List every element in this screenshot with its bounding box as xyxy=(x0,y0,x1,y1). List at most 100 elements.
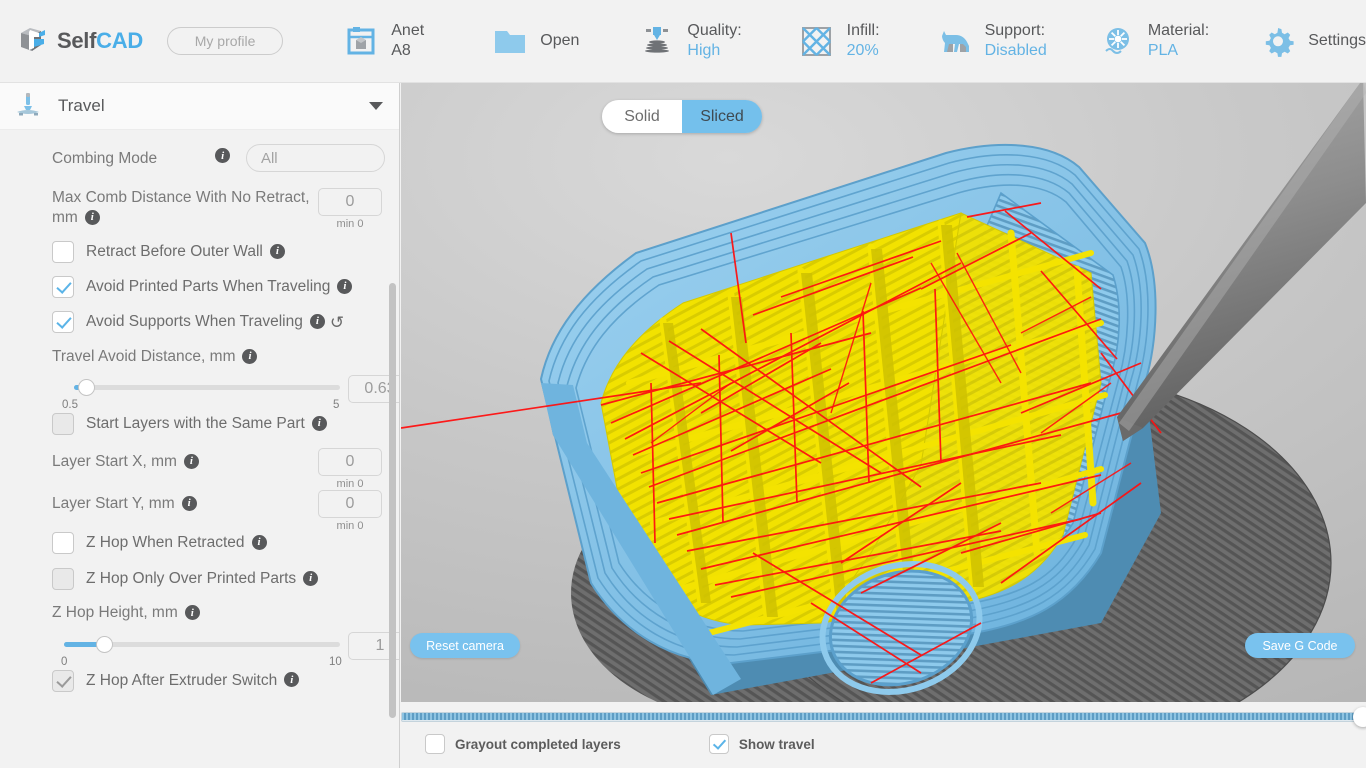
top-toolbar: SelfCAD My profile Anet A8 Open Quality:… xyxy=(0,0,1366,83)
retract-before-outer-wall-checkbox[interactable] xyxy=(52,241,74,263)
layer-start-x-value: 0 xyxy=(345,453,355,471)
quality-value: High xyxy=(687,42,721,59)
support-label: Support: xyxy=(984,22,1046,39)
setting-avoid-printed-parts[interactable]: Avoid Printed Parts When Traveling i xyxy=(0,276,385,298)
settings-button[interactable]: Settings xyxy=(1259,22,1366,60)
printer-name-label: Anet A8 xyxy=(391,22,425,59)
support-button[interactable]: Support: Disabled xyxy=(936,21,1047,61)
show-travel-label: Show travel xyxy=(738,736,815,752)
view-mode-toggle[interactable]: Solid Sliced xyxy=(602,100,762,133)
quality-button[interactable]: Quality: High xyxy=(638,21,742,61)
logo-wordmark: SelfCAD xyxy=(57,28,143,54)
z-hop-when-retracted-checkbox[interactable] xyxy=(52,532,74,555)
travel-section-header[interactable]: Travel xyxy=(0,83,399,130)
avoid-printed-parts-checkbox[interactable] xyxy=(52,276,74,298)
material-button[interactable]: Material: PLA xyxy=(1099,21,1209,61)
z-hop-after-extruder-switch-label: Z Hop After Extruder Switch xyxy=(86,671,278,689)
chevron-down-icon[interactable] xyxy=(369,102,383,110)
info-icon[interactable]: i xyxy=(215,148,230,163)
reset-to-default-icon[interactable]: ↺ xyxy=(330,313,344,333)
support-value: Disabled xyxy=(984,42,1047,59)
z-hop-only-over-printed-parts-label: Z Hop Only Over Printed Parts xyxy=(86,570,297,588)
info-icon[interactable]: i xyxy=(184,605,200,621)
infill-label-block: Infill: 20% xyxy=(847,21,880,61)
my-profile-button[interactable]: My profile xyxy=(166,27,284,55)
info-icon[interactable]: i xyxy=(84,209,100,225)
view-mode-solid[interactable]: Solid xyxy=(602,100,682,133)
combing-mode-label: Combing Mode xyxy=(52,150,158,167)
setting-z-hop-only-over-printed-parts[interactable]: Z Hop Only Over Printed Parts i xyxy=(0,568,385,591)
info-icon[interactable]: i xyxy=(242,348,258,364)
z-hop-height-min-tick: 0 xyxy=(61,655,68,668)
travel-nozzle-icon xyxy=(12,91,46,121)
info-icon[interactable]: i xyxy=(311,415,327,431)
z-hop-height-slider[interactable]: 0 10 1 xyxy=(52,630,399,672)
info-icon[interactable]: i xyxy=(251,534,267,550)
slider-track[interactable] xyxy=(74,385,340,391)
model-viewport[interactable]: Solid Sliced Reset camera Save G Code xyxy=(401,83,1366,702)
show-travel-option[interactable]: Show travel xyxy=(708,734,815,754)
travel-avoid-distance-label: Travel Avoid Distance, mm xyxy=(52,348,236,365)
travel-avoid-distance-max-tick: 5 xyxy=(333,399,340,412)
view-mode-sliced[interactable]: Sliced xyxy=(682,100,762,133)
max-comb-distance-min: min 0 xyxy=(336,218,364,230)
printer-selector-button[interactable]: Anet A8 xyxy=(342,21,429,61)
show-travel-checkbox[interactable] xyxy=(708,734,729,754)
info-icon[interactable]: i xyxy=(284,672,300,688)
layer-start-y-value: 0 xyxy=(345,495,355,513)
info-icon[interactable]: i xyxy=(181,495,197,511)
info-icon[interactable]: i xyxy=(183,453,199,469)
setting-travel-avoid-distance: Travel Avoid Distance, mm i 0.5 5 0.63 xyxy=(0,347,399,415)
layer-slider[interactable] xyxy=(401,707,1366,727)
support-label-block: Support: Disabled xyxy=(985,21,1047,61)
info-icon[interactable]: i xyxy=(269,243,285,259)
max-comb-distance-input[interactable]: 0 xyxy=(318,188,382,216)
z-hop-height-max-tick: 10 xyxy=(329,655,342,668)
grayout-completed-layers-label: Grayout completed layers xyxy=(455,736,621,752)
selfcad-logo[interactable]: SelfCAD xyxy=(17,24,143,58)
infill-button[interactable]: Infill: 20% xyxy=(798,21,880,61)
material-label-block: Material: PLA xyxy=(1148,21,1209,61)
setting-z-hop-after-extruder-switch[interactable]: Z Hop After Extruder Switch i xyxy=(0,669,385,692)
combing-mode-select[interactable]: All xyxy=(245,144,385,172)
start-layers-same-part-checkbox[interactable] xyxy=(52,413,74,436)
info-icon[interactable]: i xyxy=(303,570,319,586)
layer-start-y-input[interactable]: 0 xyxy=(318,490,382,519)
setting-start-layers-same-part[interactable]: Start Layers with the Same Part i xyxy=(0,413,385,436)
my-profile-label: My profile xyxy=(194,33,256,49)
slider-knob[interactable] xyxy=(78,379,95,397)
printer-icon xyxy=(342,22,380,60)
save-gcode-button[interactable]: Save G Code xyxy=(1245,633,1355,658)
material-label: Material: xyxy=(1147,22,1210,39)
avoid-supports-checkbox[interactable] xyxy=(52,311,74,333)
gear-icon xyxy=(1259,22,1297,60)
info-icon[interactable]: i xyxy=(337,278,353,294)
infill-label: Infill: xyxy=(846,22,880,39)
combing-mode-value: All xyxy=(260,149,278,167)
quality-label-block: Quality: High xyxy=(687,21,741,61)
info-icon[interactable]: i xyxy=(309,313,325,329)
z-hop-after-extruder-switch-checkbox[interactable] xyxy=(52,669,74,692)
setting-avoid-supports[interactable]: Avoid Supports When Traveling i ↺ xyxy=(0,311,385,333)
reset-camera-button[interactable]: Reset camera xyxy=(410,633,520,658)
selfcad-slicer-window: SelfCAD My profile Anet A8 Open Quality:… xyxy=(0,0,1366,768)
printed-object xyxy=(539,144,1161,695)
layer-slider-knob[interactable] xyxy=(1353,707,1366,727)
max-comb-distance-value: 0 xyxy=(345,193,355,210)
quality-label: Quality: xyxy=(687,22,742,39)
grayout-completed-layers-checkbox[interactable] xyxy=(425,734,445,754)
open-button[interactable]: Open xyxy=(491,22,579,60)
infill-value: 20% xyxy=(846,42,879,59)
settings-panel-scrollbar[interactable] xyxy=(389,283,396,718)
infill-grid-icon xyxy=(798,22,836,60)
layer-slider-fill xyxy=(402,713,1359,720)
grayout-completed-layers-option[interactable]: Grayout completed layers xyxy=(425,734,621,754)
z-hop-only-over-printed-parts-checkbox[interactable] xyxy=(52,568,74,591)
layer-start-x-min: min 0 xyxy=(336,478,364,491)
setting-z-hop-when-retracted[interactable]: Z Hop When Retracted i xyxy=(0,532,385,555)
logo-text-self: Self xyxy=(57,28,97,53)
setting-retract-before-outer-wall[interactable]: Retract Before Outer Wall i xyxy=(0,241,385,263)
slider-knob[interactable] xyxy=(96,635,113,653)
travel-avoid-distance-slider[interactable]: 0.5 5 0.63 xyxy=(52,373,399,415)
layer-start-x-input[interactable]: 0 xyxy=(318,448,382,477)
